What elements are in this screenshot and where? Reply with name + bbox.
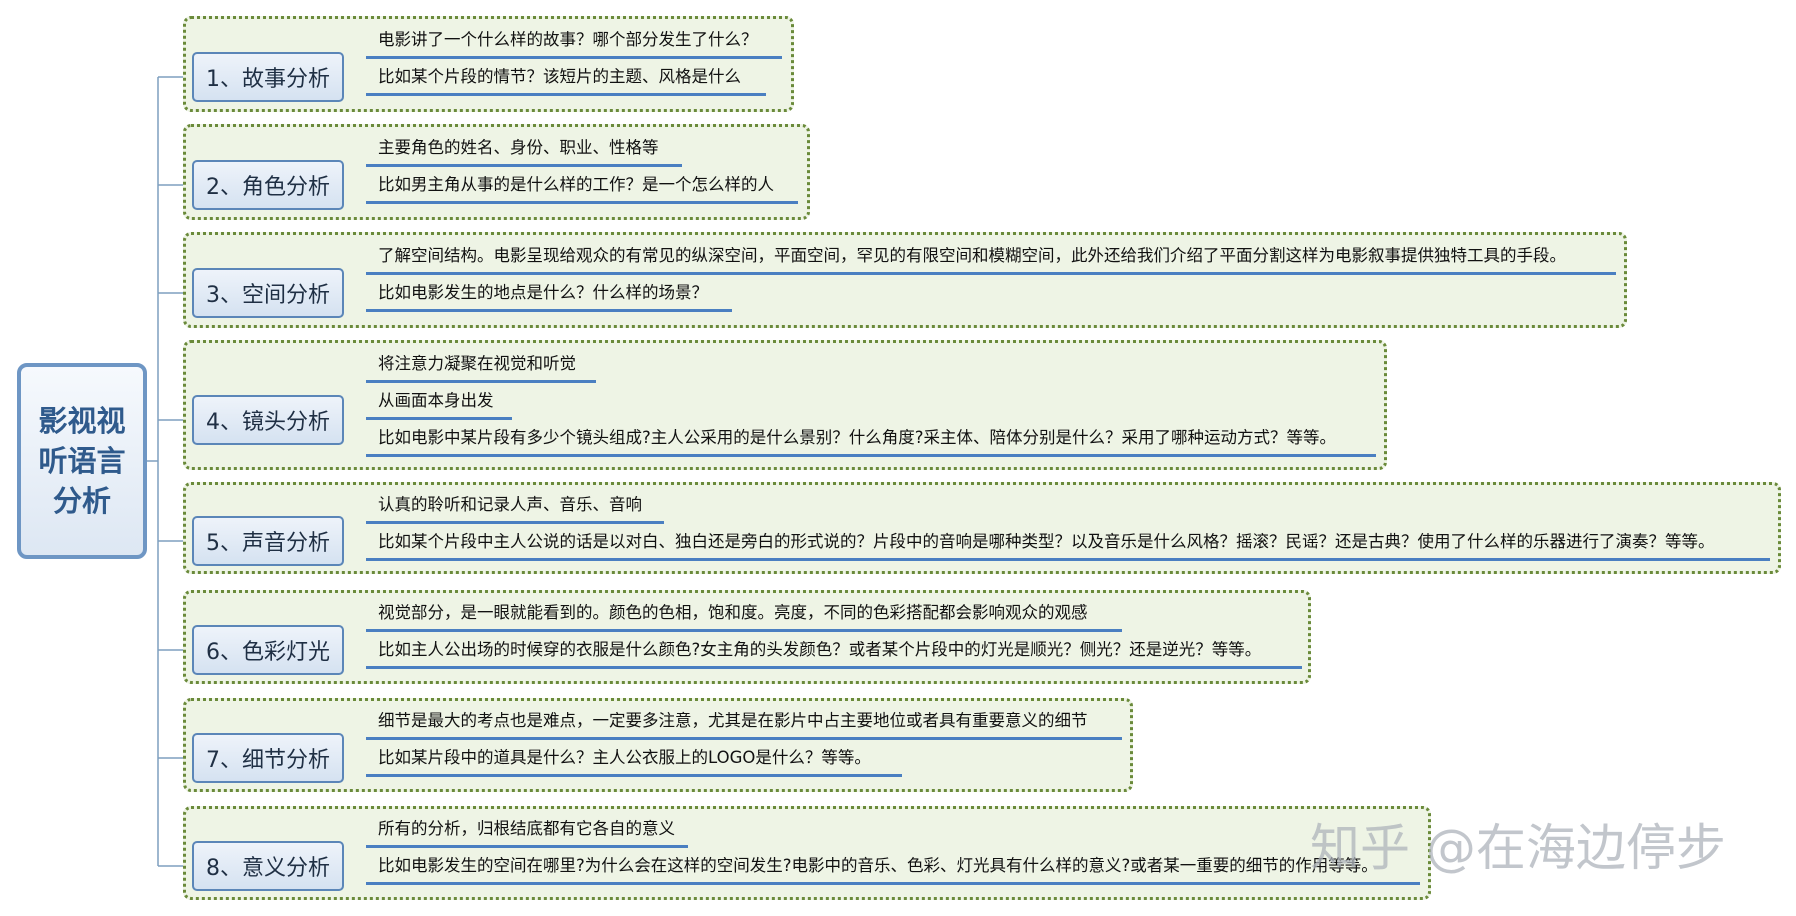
topic-shot-analysis[interactable]: 4、镜头分析 — [192, 395, 344, 445]
topic-color-lighting[interactable]: 6、色彩灯光 — [192, 625, 344, 675]
subtopic[interactable]: 比如电影中某片段有多少个镜头组成?主人公采用的是什么景别？什么角度?采主体、陪体… — [366, 423, 1376, 457]
topic-character-analysis[interactable]: 2、角色分析 — [192, 160, 344, 210]
subtopic[interactable]: 视觉部分，是一眼就能看到的。颜色的色相，饱和度。亮度，不同的色彩搭配都会影响观众… — [366, 598, 1122, 632]
subtopic[interactable]: 比如主人公出场的时候穿的衣服是什么颜色?女主角的头发颜色？或者某个片段中的灯光是… — [366, 635, 1302, 669]
subtopic[interactable]: 所有的分析，归根结底都有它各自的意义 — [366, 814, 688, 848]
subtopic[interactable]: 比如某个片段中主人公说的话是以对白、独白还是旁白的形式说的？片段中的音响是哪种类… — [366, 527, 1770, 561]
subtopic[interactable]: 认真的聆听和记录人声、音乐、音响 — [366, 490, 664, 524]
subtopic[interactable]: 主要角色的姓名、身份、职业、性格等 — [366, 133, 682, 167]
topic-sound-analysis[interactable]: 5、声音分析 — [192, 516, 344, 566]
subtopic[interactable]: 从画面本身出发 — [366, 386, 512, 420]
topic-story-analysis[interactable]: 1、故事分析 — [192, 52, 344, 102]
topic-meaning-analysis[interactable]: 8、意义分析 — [192, 841, 344, 891]
mind-map-canvas: 影视视听语言分析 1、故事分析 电影讲了一个什么样的故事？哪个部分发生了什么？ … — [0, 0, 1796, 916]
topic-detail-analysis[interactable]: 7、细节分析 — [192, 733, 344, 783]
subtopic[interactable]: 比如男主角从事的是什么样的工作？是一个怎么样的人 — [366, 170, 798, 204]
subtopic[interactable]: 比如电影发生的地点是什么？什么样的场景？ — [366, 278, 732, 312]
zhihu-watermark: 知乎 @在海边停步 — [1310, 819, 1726, 877]
subtopic[interactable]: 比如电影发生的空间在哪里?为什么会在这样的空间发生?电影中的音乐、色彩、灯光具有… — [366, 851, 1420, 885]
topic-space-analysis[interactable]: 3、空间分析 — [192, 268, 344, 318]
subtopic[interactable]: 将注意力凝聚在视觉和听觉 — [366, 349, 596, 383]
subtopic[interactable]: 比如某个片段的情节？该短片的主题、风格是什么 — [366, 62, 766, 96]
subtopic[interactable]: 细节是最大的考点也是难点，一定要多注意，尤其是在影片中占主要地位或者具有重要意义… — [366, 706, 1122, 740]
subtopic[interactable]: 了解空间结构。电影呈现给观众的有常见的纵深空间，平面空间，罕见的有限空间和模糊空… — [366, 241, 1616, 275]
subtopic[interactable]: 电影讲了一个什么样的故事？哪个部分发生了什么？ — [366, 25, 782, 59]
root-topic[interactable]: 影视视听语言分析 — [17, 363, 147, 559]
subtopic[interactable]: 比如某片段中的道具是什么？主人公衣服上的LOGO是什么？等等。 — [366, 743, 902, 777]
